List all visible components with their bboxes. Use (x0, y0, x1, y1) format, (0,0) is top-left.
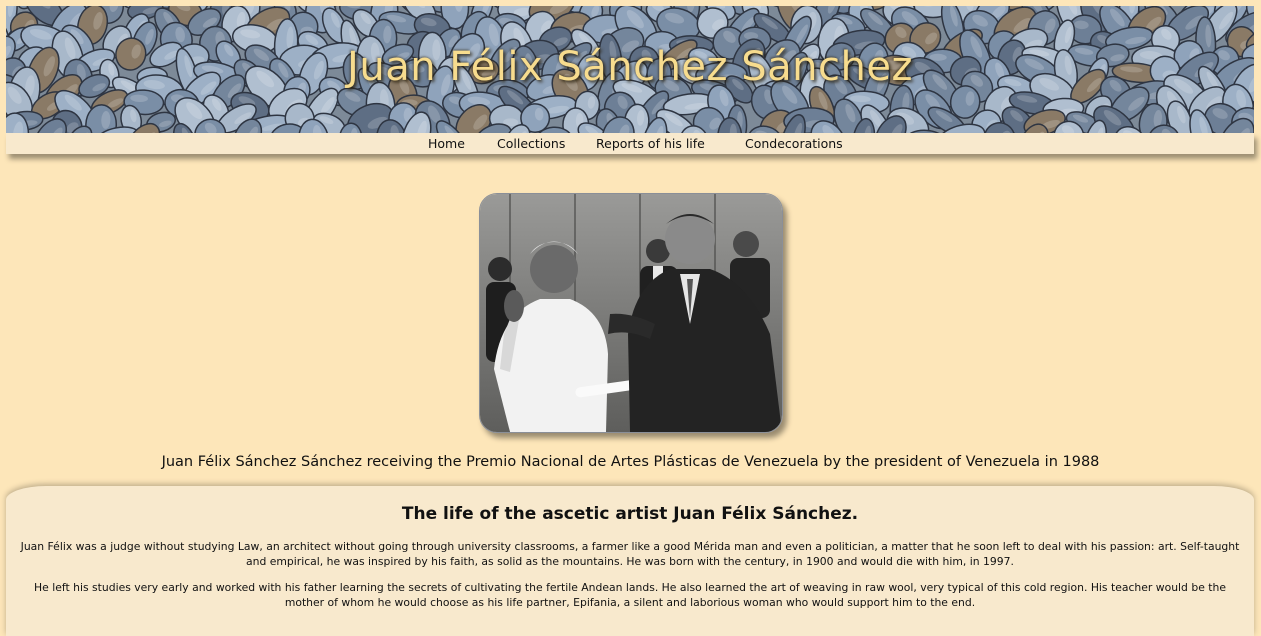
nav-condecorations-link[interactable]: Condecorations (745, 136, 843, 151)
header-banner: Juan Félix Sánchez Sánchez (6, 6, 1254, 133)
biography-paragraph-1: Juan Félix was a judge without studying … (16, 539, 1244, 569)
biography-heading: The life of the ascetic artist Juan Féli… (6, 504, 1254, 524)
biography-paragraph-2: He left his studies very early and worke… (16, 580, 1244, 610)
main-navigation: Home Collections Reports of his life Con… (6, 133, 1254, 154)
nav-collections-link[interactable]: Collections (497, 136, 565, 151)
biography-section: The life of the ascetic artist Juan Féli… (6, 486, 1254, 636)
nav-home-link[interactable]: Home (428, 136, 465, 151)
award-ceremony-photo (479, 193, 783, 433)
photo-caption: Juan Félix Sánchez Sánchez receiving the… (0, 454, 1261, 470)
site-title: Juan Félix Sánchez Sánchez (6, 44, 1254, 90)
nav-reports-link[interactable]: Reports of his life (596, 136, 705, 151)
